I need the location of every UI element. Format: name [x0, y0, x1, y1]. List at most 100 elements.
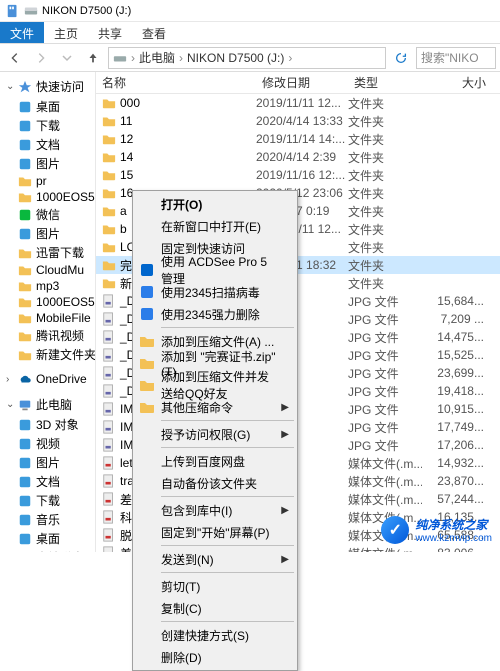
sidebar-item[interactable]: 腾讯视频 — [0, 326, 95, 345]
menu-item-label: 剪切(T) — [161, 578, 200, 595]
menu-item[interactable]: 剪切(T) — [135, 575, 295, 597]
sidebar-item[interactable]: 下载 — [0, 116, 95, 135]
sidebar-item-label: 下载 — [36, 492, 60, 509]
sidebar-item[interactable]: pr — [0, 173, 95, 189]
chevron-right-icon: ▶ — [281, 505, 289, 516]
breadcrumb[interactable]: 此电脑 — [139, 49, 175, 66]
file-type: JPG 文件 — [348, 383, 422, 400]
pc-icon — [18, 398, 32, 412]
sidebar-quick-access[interactable]: ⌄ 快速访问 — [0, 76, 95, 97]
file-row[interactable]: 12 2019/11/14 14:... 文件夹 — [96, 130, 500, 148]
menu-item[interactable]: 其他压缩命令▶ — [135, 396, 295, 418]
nav-back-button[interactable] — [4, 47, 26, 69]
menu-item[interactable]: 使用2345强力删除 — [135, 303, 295, 325]
file-row[interactable]: 11 2020/4/14 13:33 文件夹 — [96, 112, 500, 130]
file-type: JPG 文件 — [348, 365, 422, 382]
sidebar-item[interactable]: 桌面 — [0, 97, 95, 116]
file-type: 媒体文件(.m... — [348, 545, 422, 553]
ribbon-file[interactable]: 文件 — [0, 22, 44, 43]
col-name[interactable]: 名称 — [96, 74, 256, 91]
file-date: 2019/11/11 12... — [256, 96, 348, 110]
file-name: 差 — [120, 545, 132, 553]
file-type: 文件夹 — [348, 275, 422, 292]
sidebar-this-pc[interactable]: ⌄ 此电脑 — [0, 394, 95, 415]
refresh-button[interactable] — [390, 47, 412, 69]
sidebar-item[interactable]: 本地磁盘 ( — [0, 548, 95, 552]
menu-item[interactable]: 打开(O) — [135, 193, 295, 215]
menu-item-label: 其他压缩命令 — [161, 399, 233, 416]
file-type: JPG 文件 — [348, 419, 422, 436]
sidebar-item[interactable]: 迅雷下载 — [0, 243, 95, 262]
menu-item[interactable]: 自动备份该文件夹 — [135, 472, 295, 494]
sidebar-item-label: 桌面 — [36, 98, 60, 115]
nav-recent-button[interactable] — [56, 47, 78, 69]
col-date[interactable]: 修改日期 — [256, 74, 348, 91]
file-type: JPG 文件 — [348, 311, 422, 328]
sidebar-item[interactable]: 图片 — [0, 224, 95, 243]
sidebar-item-label: 迅雷下载 — [36, 244, 84, 261]
sidebar-item[interactable]: 音乐 — [0, 510, 95, 529]
menu-item[interactable]: 使用2345扫描病毒 — [135, 281, 295, 303]
file-size: 10,915... — [422, 402, 492, 416]
sidebar-item[interactable]: 桌面 — [0, 529, 95, 548]
sidebar-item[interactable]: 1000EOS5D — [0, 294, 95, 310]
sidebar-item[interactable]: 新建文件夹 — [0, 345, 95, 364]
file-date: 2019/11/14 14:... — [256, 132, 348, 146]
file-type: 文件夹 — [348, 95, 422, 112]
sidebar-item-label: 微信 — [36, 206, 60, 223]
file-name: a — [120, 204, 127, 218]
sidebar-item-label: 新建文件夹 — [36, 346, 95, 363]
ribbon-tab-view[interactable]: 查看 — [132, 22, 176, 43]
menu-item[interactable]: 复制(C) — [135, 597, 295, 619]
search-box[interactable]: 搜索"NIKO — [416, 47, 496, 69]
ribbon-tab-home[interactable]: 主页 — [44, 22, 88, 43]
breadcrumb[interactable]: NIKON D7500 (J:) — [187, 51, 284, 65]
sidebar-onedrive[interactable]: › OneDrive — [0, 370, 95, 388]
col-type[interactable]: 类型 — [348, 74, 422, 91]
file-type: JPG 文件 — [348, 437, 422, 454]
sidebar-item[interactable]: MobileFile — [0, 310, 95, 326]
menu-item[interactable]: 创建快捷方式(S) — [135, 624, 295, 646]
sidebar-item[interactable]: 文档 — [0, 135, 95, 154]
sidebar-item-label: CloudMu — [36, 263, 84, 277]
menu-item[interactable]: 发送到(N)▶ — [135, 548, 295, 570]
menu-item[interactable]: 添加到压缩文件并发送给QQ好友 — [135, 374, 295, 396]
menu-item[interactable]: 在新窗口中打开(E) — [135, 215, 295, 237]
sidebar-item[interactable]: 文档 — [0, 472, 95, 491]
file-size: 7,209 ... — [422, 312, 492, 326]
nav-forward-button[interactable] — [30, 47, 52, 69]
menu-item[interactable]: 上传到百度网盘 — [135, 450, 295, 472]
file-row[interactable]: 000 2019/11/11 12... 文件夹 — [96, 94, 500, 112]
sidebar-item[interactable]: 1000EOS5D — [0, 189, 95, 205]
sidebar-item[interactable]: 3D 对象 — [0, 415, 95, 434]
file-type: JPG 文件 — [348, 347, 422, 364]
sidebar-item-label: 图片 — [36, 454, 60, 471]
menu-item[interactable]: 授予访问权限(G)▶ — [135, 423, 295, 445]
menu-item[interactable]: 使用 ACDSee Pro 5 管理 — [135, 259, 295, 281]
ribbon: 文件 主页 共享 查看 — [0, 22, 500, 44]
window-title: NIKON D7500 (J:) — [42, 5, 131, 17]
sidebar-item-label: 3D 对象 — [36, 416, 79, 433]
address-box[interactable]: › 此电脑 › NIKON D7500 (J:) › — [108, 47, 386, 69]
sidebar-item[interactable]: 下载 — [0, 491, 95, 510]
sidebar-item[interactable]: 视频 — [0, 434, 95, 453]
file-row[interactable]: 14 2020/4/14 2:39 文件夹 — [96, 148, 500, 166]
zip-icon — [139, 333, 155, 349]
watermark-url: www.kzmvip.com — [415, 533, 492, 544]
menu-item[interactable]: 删除(D) — [135, 646, 295, 668]
menu-item[interactable]: 包含到库中(I)▶ — [135, 499, 295, 521]
title-bar: NIKON D7500 (J:) — [0, 0, 500, 22]
file-row[interactable]: 15 2019/11/16 12:... 文件夹 — [96, 166, 500, 184]
file-name: 12 — [120, 132, 133, 146]
sidebar-item[interactable]: 微信 — [0, 205, 95, 224]
col-size[interactable]: 大小 — [422, 74, 492, 91]
nav-up-button[interactable] — [82, 47, 104, 69]
sidebar-item[interactable]: 图片 — [0, 453, 95, 472]
watermark-text: 纯净系统之家 — [415, 516, 492, 533]
cloud-icon — [18, 372, 32, 386]
sidebar-item[interactable]: mp3 — [0, 278, 95, 294]
ribbon-tab-share[interactable]: 共享 — [88, 22, 132, 43]
menu-item[interactable]: 固定到"开始"屏幕(P) — [135, 521, 295, 543]
sidebar-item[interactable]: CloudMu — [0, 262, 95, 278]
sidebar-item[interactable]: 图片 — [0, 154, 95, 173]
